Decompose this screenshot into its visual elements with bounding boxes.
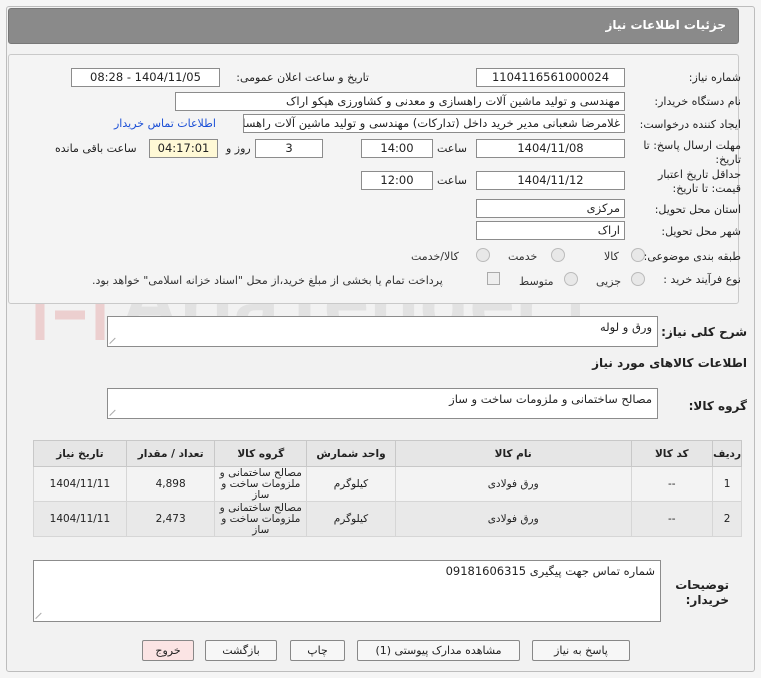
process-radio-minor[interactable]	[631, 272, 645, 286]
buyer-notes-label-line2: خریدار:	[685, 593, 729, 607]
category-radio-service[interactable]	[551, 248, 565, 262]
col-code: کد کالا	[630, 440, 714, 467]
description-label: شرح کلی نیاز:	[661, 325, 747, 339]
cell-row: 2	[712, 501, 742, 537]
table-header-row: ردیف کد کالا نام کالا واحد شمارش گروه کا…	[33, 440, 742, 467]
category-option-goods-service: کالا/خدمت	[411, 250, 459, 263]
process-radio-medium[interactable]	[564, 272, 578, 286]
remaining-time-field: 04:17:01	[149, 139, 218, 158]
goods-info-title: اطلاعات کالاهای مورد نیاز	[592, 356, 747, 370]
city-field: اراک	[476, 221, 625, 240]
cell-date: 1404/11/11	[33, 501, 127, 537]
validity-date-field: 1404/11/12	[476, 171, 625, 190]
goods-group-text: مصالح ساختمانی و ملزومات ساخت و ساز	[449, 392, 652, 406]
days-field: 3	[255, 139, 323, 158]
need-number-field: 1104116561000024	[476, 68, 625, 87]
resize-grip[interactable]	[110, 336, 118, 344]
cell-row: 1	[712, 466, 742, 502]
validity-label-line1: حداقل تاریخ اعتبار	[657, 168, 741, 181]
treasury-note: پرداخت تمام یا بخشی از مبلغ خرید،از محل …	[92, 274, 443, 287]
col-group: گروه کالا	[214, 440, 308, 467]
buyer-notes-label-line1: توضیحات	[675, 578, 729, 592]
goods-group-label: گروه کالا:	[688, 399, 747, 413]
cell-unit: کیلوگرم	[306, 501, 396, 537]
table-row: 2 -- ورق فولادی کیلوگرم مصالح ساختمانی و…	[33, 501, 742, 537]
validity-label-line2: قیمت: تا تاریخ:	[672, 182, 741, 195]
validity-time-label: ساعت	[437, 174, 467, 187]
deadline-time-field: 14:00	[361, 139, 433, 158]
cell-unit: کیلوگرم	[306, 466, 396, 502]
cell-date: 1404/11/11	[33, 466, 127, 502]
view-attachments-button[interactable]: مشاهده مدارک پیوستی (1)	[357, 640, 520, 661]
page-header: جزئیات اطلاعات نیاز	[8, 8, 739, 44]
goods-group-textarea[interactable]: مصالح ساختمانی و ملزومات ساخت و ساز	[107, 388, 658, 419]
deadline-time-label: ساعت	[437, 142, 467, 155]
days-label: روز و	[226, 142, 251, 155]
col-unit: واحد شمارش	[306, 440, 396, 467]
resize-grip[interactable]	[110, 408, 118, 416]
back-button[interactable]: بازگشت	[205, 640, 277, 661]
cell-code: --	[630, 501, 714, 537]
process-option-minor: جزیی	[596, 275, 622, 288]
remaining-time-label: ساعت باقی مانده	[55, 142, 137, 155]
province-field: مرکزی	[476, 199, 625, 218]
description-text: ورق و لوله	[599, 320, 652, 334]
requester-label: ایجاد کننده درخواست:	[639, 118, 741, 131]
province-label: استان محل تحویل:	[654, 203, 741, 216]
buyer-org-field: مهندسی و تولید ماشین آلات راهسازی و معدن…	[175, 92, 625, 111]
cell-name: ورق فولادی	[394, 466, 632, 502]
requester-field: غلامرضا شعبانی مدیر خرید داخل (تدارکات) …	[243, 114, 625, 133]
goods-table: ردیف کد کالا نام کالا واحد شمارش گروه کا…	[33, 440, 742, 537]
announce-label: تاریخ و ساعت اعلان عمومی:	[236, 71, 369, 84]
cell-qty: 4,898	[125, 466, 216, 502]
need-number-label: شماره نیاز:	[688, 71, 741, 84]
print-button[interactable]: چاپ	[290, 640, 345, 661]
buyer-notes-text: شماره تماس جهت پیگیری 09181606315	[445, 564, 655, 578]
buyer-org-label: نام دستگاه خریدار:	[654, 95, 741, 108]
category-radio-goods-service[interactable]	[476, 248, 490, 262]
col-row: ردیف	[712, 440, 742, 467]
buyer-notes-textarea[interactable]: شماره تماس جهت پیگیری 09181606315	[33, 560, 661, 622]
cell-qty: 2,473	[125, 501, 216, 537]
col-name: نام کالا	[394, 440, 632, 467]
city-label: شهر محل تحویل:	[661, 225, 741, 238]
col-qty: تعداد / مقدار	[125, 440, 216, 467]
deadline-date-field: 1404/11/08	[476, 139, 625, 158]
category-label: طبقه بندی موضوعی:	[643, 250, 741, 263]
col-date: تاریخ نیاز	[33, 440, 127, 467]
validity-time-field: 12:00	[361, 171, 433, 190]
process-label: نوع فرآیند خرید :	[663, 273, 741, 286]
announce-field: 1404/11/05 - 08:28	[71, 68, 220, 87]
buyer-contact-link[interactable]: اطلاعات تماس خریدار	[114, 117, 216, 130]
resize-grip[interactable]	[36, 611, 44, 619]
deadline-label-line2: تاریخ:	[715, 153, 741, 166]
process-option-medium: متوسط	[519, 275, 554, 288]
reply-button[interactable]: پاسخ به نیاز	[532, 640, 630, 661]
description-textarea[interactable]: ورق و لوله	[107, 316, 658, 347]
exit-button[interactable]: خروج	[142, 640, 194, 661]
cell-group: مصالح ساختمانی و ملزومات ساخت و ساز	[214, 466, 308, 502]
category-option-goods: کالا	[604, 250, 619, 263]
cell-code: --	[630, 466, 714, 502]
category-radio-goods[interactable]	[631, 248, 645, 262]
cell-group: مصالح ساختمانی و ملزومات ساخت و ساز	[214, 501, 308, 537]
treasury-checkbox[interactable]	[487, 272, 500, 285]
category-option-service: خدمت	[508, 250, 538, 263]
table-row: 1 -- ورق فولادی کیلوگرم مصالح ساختمانی و…	[33, 466, 742, 502]
deadline-label-line1: مهلت ارسال پاسخ: تا	[643, 139, 741, 152]
page-title: جزئیات اطلاعات نیاز	[605, 18, 726, 32]
cell-name: ورق فولادی	[394, 501, 632, 537]
